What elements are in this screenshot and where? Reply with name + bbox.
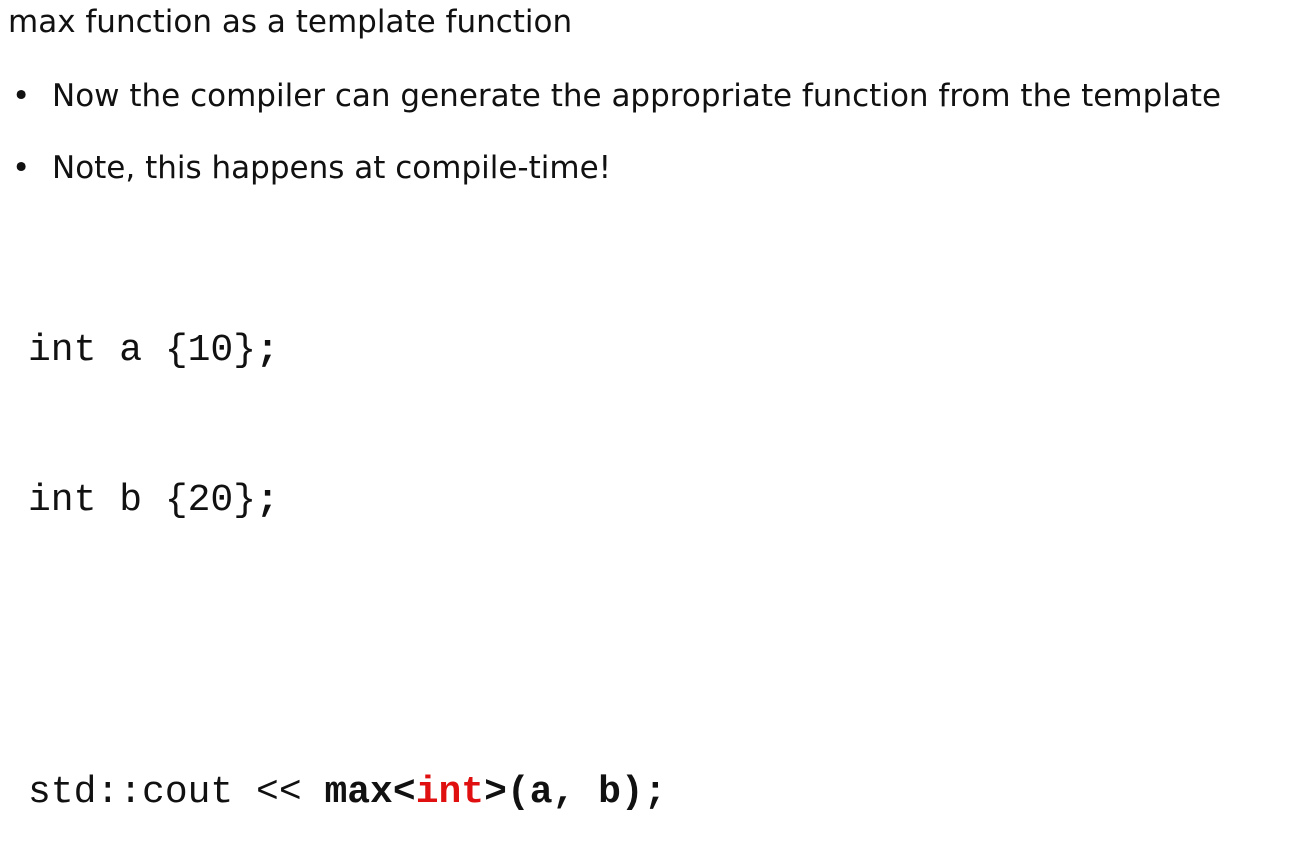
code-call-args: >(a, b) (484, 771, 644, 814)
bullet-text: Now the compiler can generate the approp… (52, 78, 1222, 114)
code-line-cout: std::cout << max<int>(a, b); (28, 768, 667, 818)
code-line-declare-b: int b {20}; (28, 476, 667, 526)
code-semicolon: ; (643, 771, 667, 814)
bullet-item: • Note, this happens at compile-time! (0, 146, 1295, 190)
bullet-text: Note, this happens at compile-time! (52, 150, 612, 186)
code-template-type: int (415, 771, 485, 814)
code-block: int a {10}; int b {20}; std::cout << max… (28, 226, 667, 868)
code-text: int b {20} (28, 479, 257, 522)
code-template-open: < (392, 771, 416, 814)
code-text: int a {10} (28, 329, 257, 372)
bullet-item: • Now the compiler can generate the appr… (0, 74, 1295, 118)
slide-title: max function as a template function (8, 4, 573, 40)
bullet-marker: • (12, 78, 31, 114)
code-function-name: max (324, 771, 393, 814)
code-semicolon: ; (256, 479, 279, 522)
code-semicolon: ; (256, 329, 279, 372)
code-stream-prefix: std::cout << (28, 771, 325, 814)
code-line-declare-a: int a {10}; (28, 326, 667, 376)
bullet-marker: • (12, 150, 31, 186)
